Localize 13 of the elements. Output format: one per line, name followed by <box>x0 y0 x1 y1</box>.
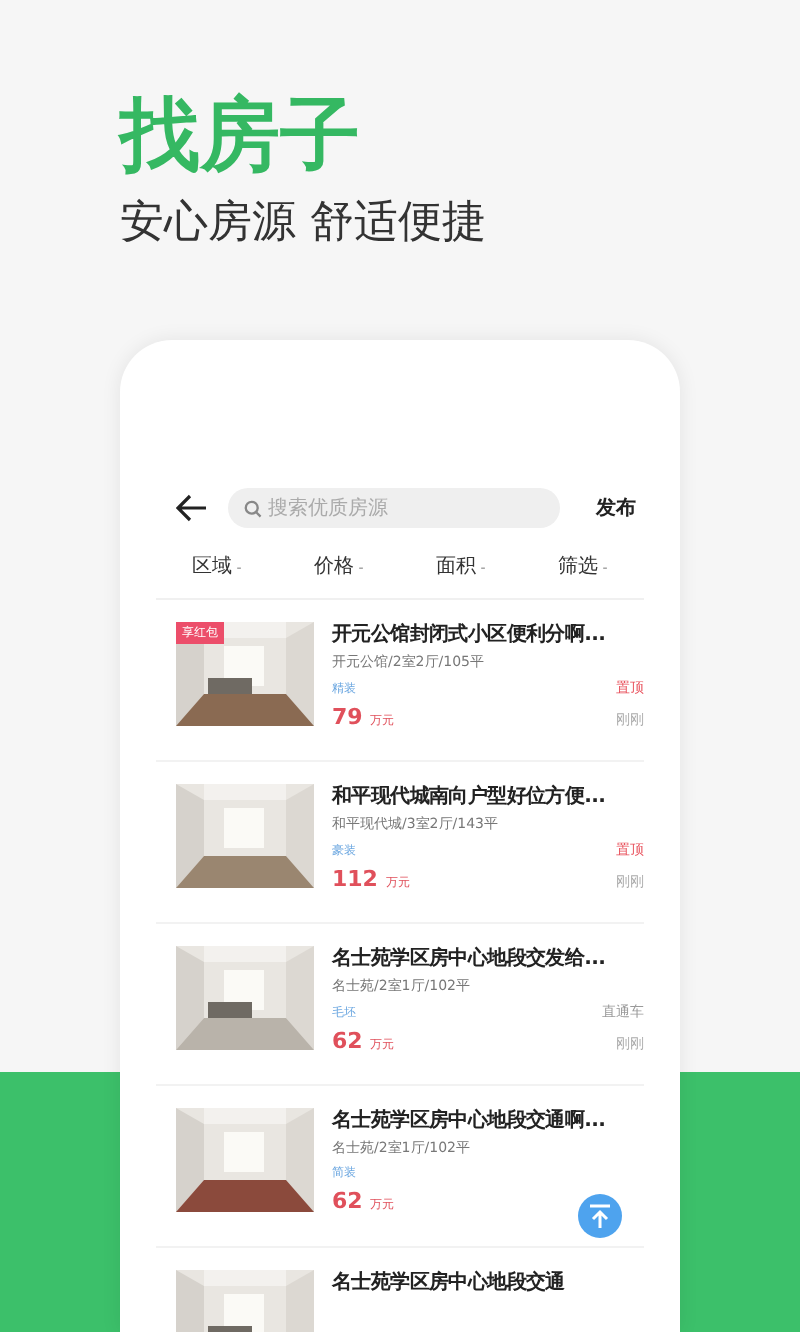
publish-button[interactable]: 发布 <box>596 494 636 522</box>
listing-title[interactable]: 名士苑学区房中心地段交通啊... <box>332 1108 644 1136</box>
back-arrow-icon[interactable] <box>176 494 208 522</box>
listing-title[interactable]: 和平现代城南向户型好位方便... <box>332 784 644 812</box>
headline: 找房子 <box>120 88 362 184</box>
listing-title[interactable]: 开元公馆封闭式小区便利分啊... <box>332 622 644 650</box>
arrow-up-icon <box>588 1203 612 1229</box>
back-to-top-button[interactable] <box>578 1194 622 1238</box>
tagline: 安心房源 舒适便捷 <box>120 196 488 252</box>
search-icon <box>244 500 262 518</box>
listing-title[interactable]: 名士苑学区房中心地段交通 <box>332 1270 644 1298</box>
search-field[interactable]: 搜索优质房源 <box>228 488 560 528</box>
listing-title[interactable]: 名士苑学区房中心地段交发给... <box>332 946 644 974</box>
